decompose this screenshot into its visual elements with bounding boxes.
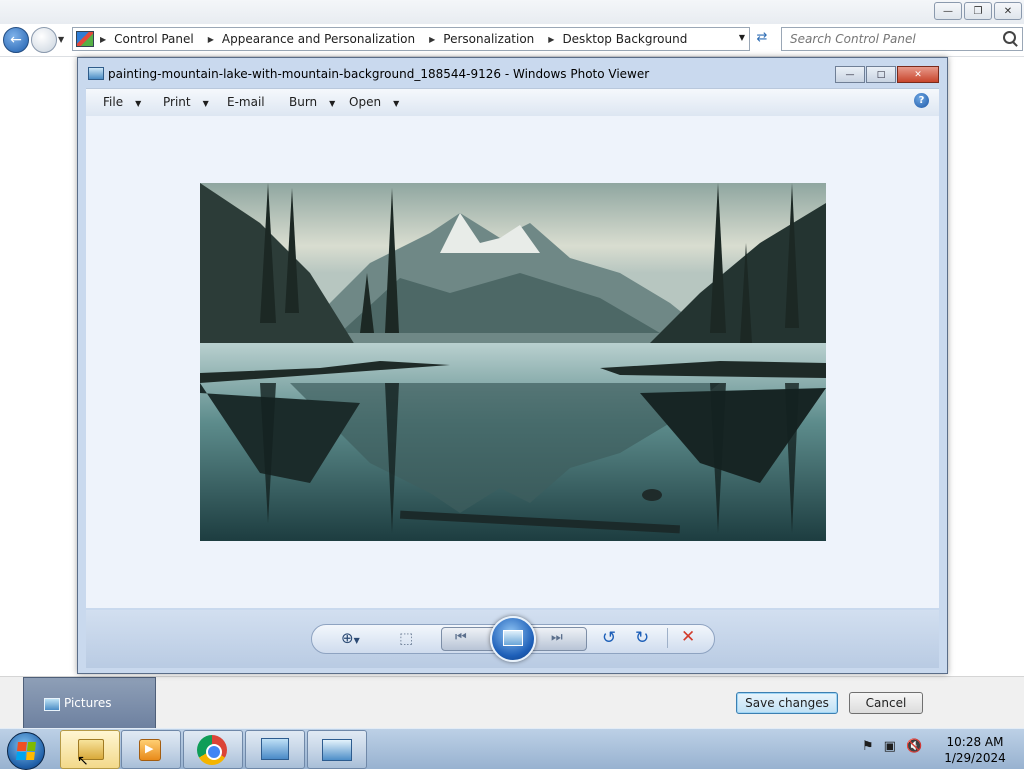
- photo-viewer-caption-buttons: — □ ✕: [835, 66, 939, 83]
- explorer-caption-buttons: — ❐ ✕: [934, 2, 1022, 20]
- start-button[interactable]: [7, 732, 45, 770]
- volume-muted-icon[interactable]: 🔇: [906, 739, 922, 754]
- chrome-center-icon: [206, 744, 222, 760]
- rotate-counterclockwise-icon[interactable]: ↺: [602, 628, 616, 648]
- rotate-clockwise-icon[interactable]: ↻: [635, 628, 649, 648]
- slideshow-icon: [503, 630, 523, 646]
- chevron-right-icon[interactable]: ▶: [548, 35, 554, 44]
- taskbar-photo-viewer[interactable]: [307, 730, 367, 769]
- taskbar-media-player[interactable]: ▶: [121, 730, 181, 769]
- maximize-button[interactable]: □: [866, 66, 896, 83]
- help-icon[interactable]: ?: [914, 93, 929, 108]
- forward-button[interactable]: [31, 27, 57, 53]
- address-bar[interactable]: ▶ Control Panel ▶ Appearance and Persona…: [72, 27, 750, 51]
- action-center-flag-icon[interactable]: ⚑: [862, 739, 874, 754]
- pictures-icon: [44, 698, 60, 711]
- chevron-right-icon: ▶: [100, 34, 107, 44]
- menu-file-label: File: [103, 95, 124, 109]
- taskbar-control-panel[interactable]: [245, 730, 305, 769]
- taskbar: ↖ ▶ ⚑ ▣ 🔇 10:28 AM 1/29/2024: [0, 728, 1024, 770]
- pictures-label: Pictures: [64, 696, 112, 710]
- breadcrumb-appearance[interactable]: Appearance and Personalization: [222, 32, 415, 46]
- address-dropdown-icon[interactable]: ▼: [739, 33, 745, 42]
- breadcrumb-desktop-background[interactable]: Desktop Background: [562, 32, 687, 46]
- save-changes-button[interactable]: Save changes: [736, 692, 838, 714]
- clock-date: 1/29/2024: [944, 751, 1006, 765]
- menu-burn[interactable]: Burn ▼: [289, 95, 335, 109]
- menu-open[interactable]: Open ▼: [349, 95, 399, 109]
- actual-size-icon[interactable]: ⬚: [399, 629, 413, 647]
- explorer-address-row: ← ▼ ▶ Control Panel ▶ Appearance and Per…: [0, 24, 1024, 57]
- photo-viewer-titlebar: painting-mountain-lake-with-mountain-bac…: [78, 58, 947, 88]
- menu-open-label: Open: [349, 95, 382, 109]
- restore-button[interactable]: ❐: [964, 2, 992, 20]
- chevron-down-icon: ▼: [202, 99, 209, 108]
- clock[interactable]: 10:28 AM 1/29/2024: [940, 734, 1010, 766]
- menu-print[interactable]: Print ▼: [163, 95, 209, 109]
- arrow-left-icon: ←: [10, 32, 22, 48]
- breadcrumb-control-panel[interactable]: Control Panel: [114, 32, 194, 46]
- minimize-button[interactable]: —: [835, 66, 865, 83]
- menu-email[interactable]: E-mail: [227, 95, 265, 109]
- next-icon[interactable]: ⏭: [551, 630, 563, 645]
- menu-email-label: E-mail: [227, 95, 265, 109]
- menu-file[interactable]: File ▼: [103, 95, 141, 109]
- network-icon[interactable]: ▣: [884, 739, 896, 754]
- recent-pages-dropdown[interactable]: ▼: [58, 35, 64, 44]
- taskbar-chrome[interactable]: [183, 730, 243, 769]
- mouse-cursor-icon: ↖: [77, 753, 89, 769]
- chevron-right-icon[interactable]: ▶: [429, 35, 435, 44]
- search-box: [781, 27, 1023, 51]
- breadcrumb: ▶ Control Panel ▶ Appearance and Persona…: [100, 32, 701, 46]
- refresh-icon[interactable]: ⇄: [752, 30, 772, 48]
- previous-icon[interactable]: ⏮: [455, 630, 467, 645]
- photo-viewer-window: painting-mountain-lake-with-mountain-bac…: [77, 57, 948, 674]
- cancel-button[interactable]: Cancel: [849, 692, 923, 714]
- explorer-titlebar: — ❐ ✕: [0, 0, 1024, 24]
- menu-bar: File ▼ Print ▼ E-mail Burn ▼ Open ▼ ?: [86, 88, 939, 117]
- close-button[interactable]: ✕: [897, 66, 939, 83]
- divider: [667, 628, 668, 648]
- chevron-right-icon[interactable]: ▶: [208, 35, 214, 44]
- control-panel-icon: [76, 31, 94, 47]
- chevron-down-icon: ▼: [393, 99, 400, 108]
- playback-controls: ⊕▼ ⬚ ⏮ ⏭ ↺ ↻ ✕: [86, 610, 939, 668]
- back-button[interactable]: ←: [3, 27, 29, 53]
- chevron-down-icon: ▼: [135, 99, 142, 108]
- breadcrumb-personalization[interactable]: Personalization: [443, 32, 534, 46]
- delete-icon[interactable]: ✕: [681, 627, 695, 647]
- menu-burn-label: Burn: [289, 95, 318, 109]
- close-button[interactable]: ✕: [994, 2, 1022, 20]
- image-canvas: [86, 116, 939, 608]
- search-icon[interactable]: [1003, 31, 1016, 44]
- system-tray: ⚑ ▣ 🔇: [862, 739, 922, 754]
- slideshow-button[interactable]: [490, 616, 536, 662]
- zoom-icon[interactable]: ⊕▼: [341, 629, 360, 647]
- search-input[interactable]: [788, 31, 992, 47]
- taskbar-explorer[interactable]: ↖: [60, 730, 120, 769]
- window-title: painting-mountain-lake-with-mountain-bac…: [108, 67, 650, 81]
- photo-viewer-icon: [88, 67, 104, 80]
- mountain-lake-photo: [200, 183, 826, 541]
- clock-time: 10:28 AM: [946, 735, 1004, 749]
- minimize-button[interactable]: —: [934, 2, 962, 20]
- photo-viewer-icon: [322, 739, 352, 761]
- play-icon: ▶: [145, 742, 154, 755]
- chevron-down-icon: ▼: [329, 99, 336, 108]
- pictures-folder-tile[interactable]: Pictures: [23, 677, 156, 729]
- menu-print-label: Print: [163, 95, 191, 109]
- windows-logo-icon: [16, 742, 36, 760]
- control-panel-icon: [261, 738, 289, 760]
